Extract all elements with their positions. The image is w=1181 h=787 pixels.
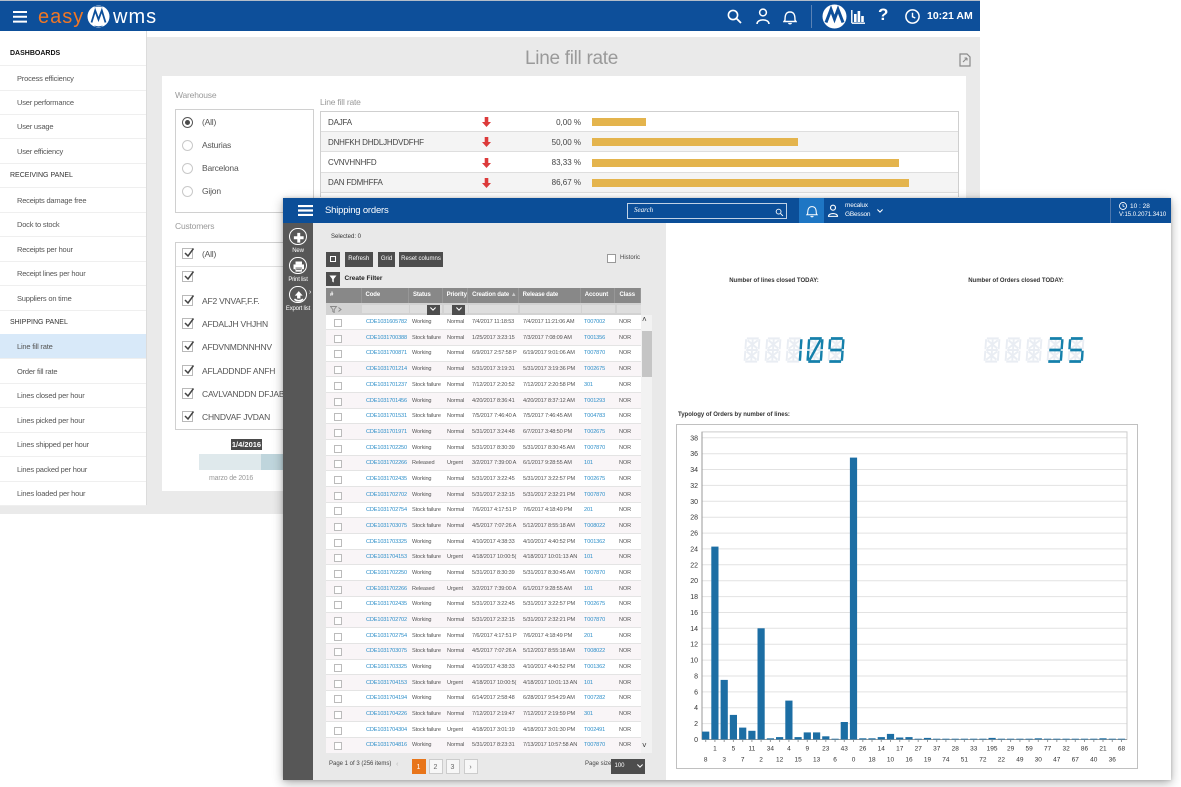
svg-text:16: 16: [905, 757, 913, 764]
svg-text:19: 19: [924, 757, 932, 764]
svg-text:43: 43: [841, 746, 849, 753]
svg-text:6: 6: [833, 757, 837, 764]
svg-text:1: 1: [713, 746, 717, 753]
svg-text:32: 32: [1062, 746, 1070, 753]
svg-text:28: 28: [952, 746, 960, 753]
svg-text:10: 10: [887, 757, 895, 764]
svg-text:26: 26: [690, 531, 698, 538]
svg-text:26: 26: [859, 746, 867, 753]
svg-text:36: 36: [690, 451, 698, 458]
svg-text:28: 28: [690, 515, 698, 522]
svg-text:18: 18: [868, 757, 876, 764]
svg-text:27: 27: [915, 746, 923, 753]
svg-text:18: 18: [690, 594, 698, 601]
svg-text:32: 32: [690, 483, 698, 490]
svg-text:6: 6: [694, 689, 698, 696]
svg-text:15: 15: [794, 757, 802, 764]
svg-text:51: 51: [961, 757, 969, 764]
svg-text:74: 74: [942, 757, 950, 764]
svg-text:0: 0: [694, 737, 698, 744]
svg-text:7: 7: [741, 757, 745, 764]
svg-text:9: 9: [805, 746, 809, 753]
svg-text:22: 22: [998, 757, 1006, 764]
svg-text:2: 2: [759, 757, 763, 764]
svg-text:12: 12: [690, 642, 698, 649]
svg-text:29: 29: [1007, 746, 1015, 753]
svg-text:195: 195: [987, 746, 998, 753]
svg-text:11: 11: [749, 746, 756, 753]
svg-text:30: 30: [690, 499, 698, 506]
svg-text:8: 8: [694, 674, 698, 681]
svg-text:40: 40: [1090, 757, 1098, 764]
svg-text:13: 13: [813, 757, 821, 764]
svg-text:30: 30: [1035, 757, 1043, 764]
svg-text:68: 68: [1118, 746, 1126, 753]
svg-text:67: 67: [1072, 757, 1080, 764]
svg-text:8: 8: [704, 757, 708, 764]
svg-text:3: 3: [722, 757, 726, 764]
svg-text:47: 47: [1053, 757, 1061, 764]
svg-text:72: 72: [979, 757, 987, 764]
svg-text:59: 59: [1025, 746, 1033, 753]
svg-text:4: 4: [694, 705, 698, 712]
svg-text:33: 33: [970, 746, 978, 753]
svg-text:37: 37: [933, 746, 941, 753]
svg-text:2: 2: [694, 721, 698, 728]
svg-text:14: 14: [878, 746, 886, 753]
svg-text:34: 34: [690, 467, 698, 474]
svg-text:77: 77: [1044, 746, 1052, 753]
svg-text:22: 22: [690, 562, 698, 569]
svg-text:36: 36: [1109, 757, 1117, 764]
svg-text:4: 4: [787, 746, 791, 753]
svg-text:10: 10: [690, 658, 698, 665]
svg-text:17: 17: [896, 746, 904, 753]
svg-text:14: 14: [690, 626, 698, 633]
svg-text:16: 16: [690, 610, 698, 617]
svg-text:38: 38: [690, 435, 698, 442]
svg-text:5: 5: [732, 746, 736, 753]
svg-text:21: 21: [1099, 746, 1107, 753]
svg-text:20: 20: [690, 578, 698, 585]
svg-text:23: 23: [822, 746, 830, 753]
svg-text:12: 12: [776, 757, 784, 764]
svg-text:34: 34: [767, 746, 775, 753]
svg-text:49: 49: [1016, 757, 1024, 764]
svg-text:0: 0: [852, 757, 856, 764]
svg-text:86: 86: [1081, 746, 1089, 753]
svg-text:24: 24: [690, 546, 698, 553]
